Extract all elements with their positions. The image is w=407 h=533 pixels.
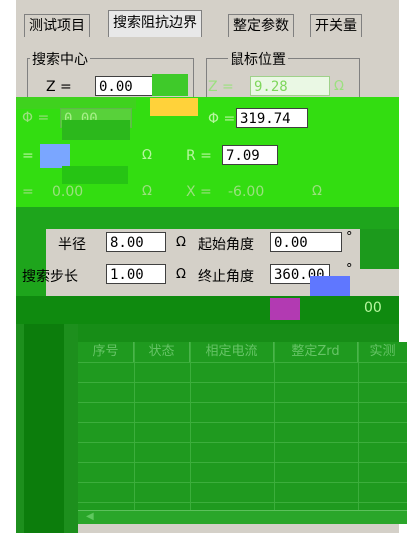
- mouse-x-value: -6.00: [228, 184, 265, 200]
- step-unit: Ω: [176, 267, 186, 282]
- col-index: 序号: [78, 342, 134, 362]
- step-label: 搜索步长: [22, 269, 78, 285]
- mouse-phi-label: Φ =: [208, 111, 236, 127]
- start-angle-label: 起始角度: [198, 237, 254, 253]
- mouse-z-field: 9.28: [250, 76, 330, 96]
- start-angle-field[interactable]: 0.00: [270, 232, 342, 252]
- glitch-band-3: [16, 296, 399, 324]
- mouse-r-label: R =: [186, 148, 212, 164]
- step-field[interactable]: 1.00: [106, 264, 166, 284]
- start-angle-unit: °: [346, 230, 353, 245]
- col-set-current: 相定电流: [190, 342, 274, 362]
- tab-bar: 测试项目 搜索阻抗边界 整定参数 开关量: [16, 10, 399, 37]
- tab-switch-quantity[interactable]: 开关量: [310, 14, 362, 37]
- col-measured: 实测: [358, 342, 407, 362]
- center-r-label: =: [22, 148, 34, 164]
- mouse-phi-field: 319.74: [236, 108, 308, 128]
- radius-field[interactable]: 8.00: [106, 232, 166, 252]
- end-angle-unit: °: [346, 262, 353, 277]
- center-phi-label: Φ =: [22, 110, 50, 126]
- end-angle-label: 终止角度: [198, 269, 254, 285]
- search-center-title: 搜索中心: [30, 49, 90, 69]
- center-x-value: 0.00: [52, 184, 84, 200]
- center-r-unit: Ω: [142, 148, 152, 163]
- mouse-x-unit: Ω: [312, 184, 322, 199]
- mouse-r-field: 7.09: [222, 145, 278, 165]
- scroll-left-button[interactable]: ◀: [86, 511, 100, 523]
- mouse-z-unit: Ω: [334, 79, 344, 94]
- center-x-label: =: [22, 184, 34, 200]
- radius-unit: Ω: [176, 235, 186, 250]
- glitch-artifact: [152, 74, 188, 96]
- radius-label: 半径: [58, 237, 86, 253]
- mouse-z-label: Z =: [208, 79, 234, 95]
- glitch-band-2: [16, 207, 399, 229]
- table-scrollbar[interactable]: [78, 510, 407, 524]
- mouse-position-title: 鼠标位置: [228, 49, 288, 69]
- tab-settings-params[interactable]: 整定参数: [228, 14, 294, 37]
- center-z-label: Z =: [46, 79, 72, 95]
- mouse-x-label: X =: [186, 184, 212, 200]
- extra-value: 00: [364, 300, 382, 316]
- center-z-field[interactable]: 0.00: [95, 76, 153, 96]
- col-status: 状态: [134, 342, 190, 362]
- tab-search-impedance-boundary[interactable]: 搜索阻抗边界: [108, 10, 202, 37]
- col-set-zrd: 整定Zrd: [274, 342, 358, 362]
- center-x-unit: Ω: [142, 184, 152, 199]
- tab-test-items[interactable]: 测试项目: [24, 14, 90, 37]
- results-table: 序号 状态 相定电流 整定Zrd 实测 ◀: [78, 342, 407, 524]
